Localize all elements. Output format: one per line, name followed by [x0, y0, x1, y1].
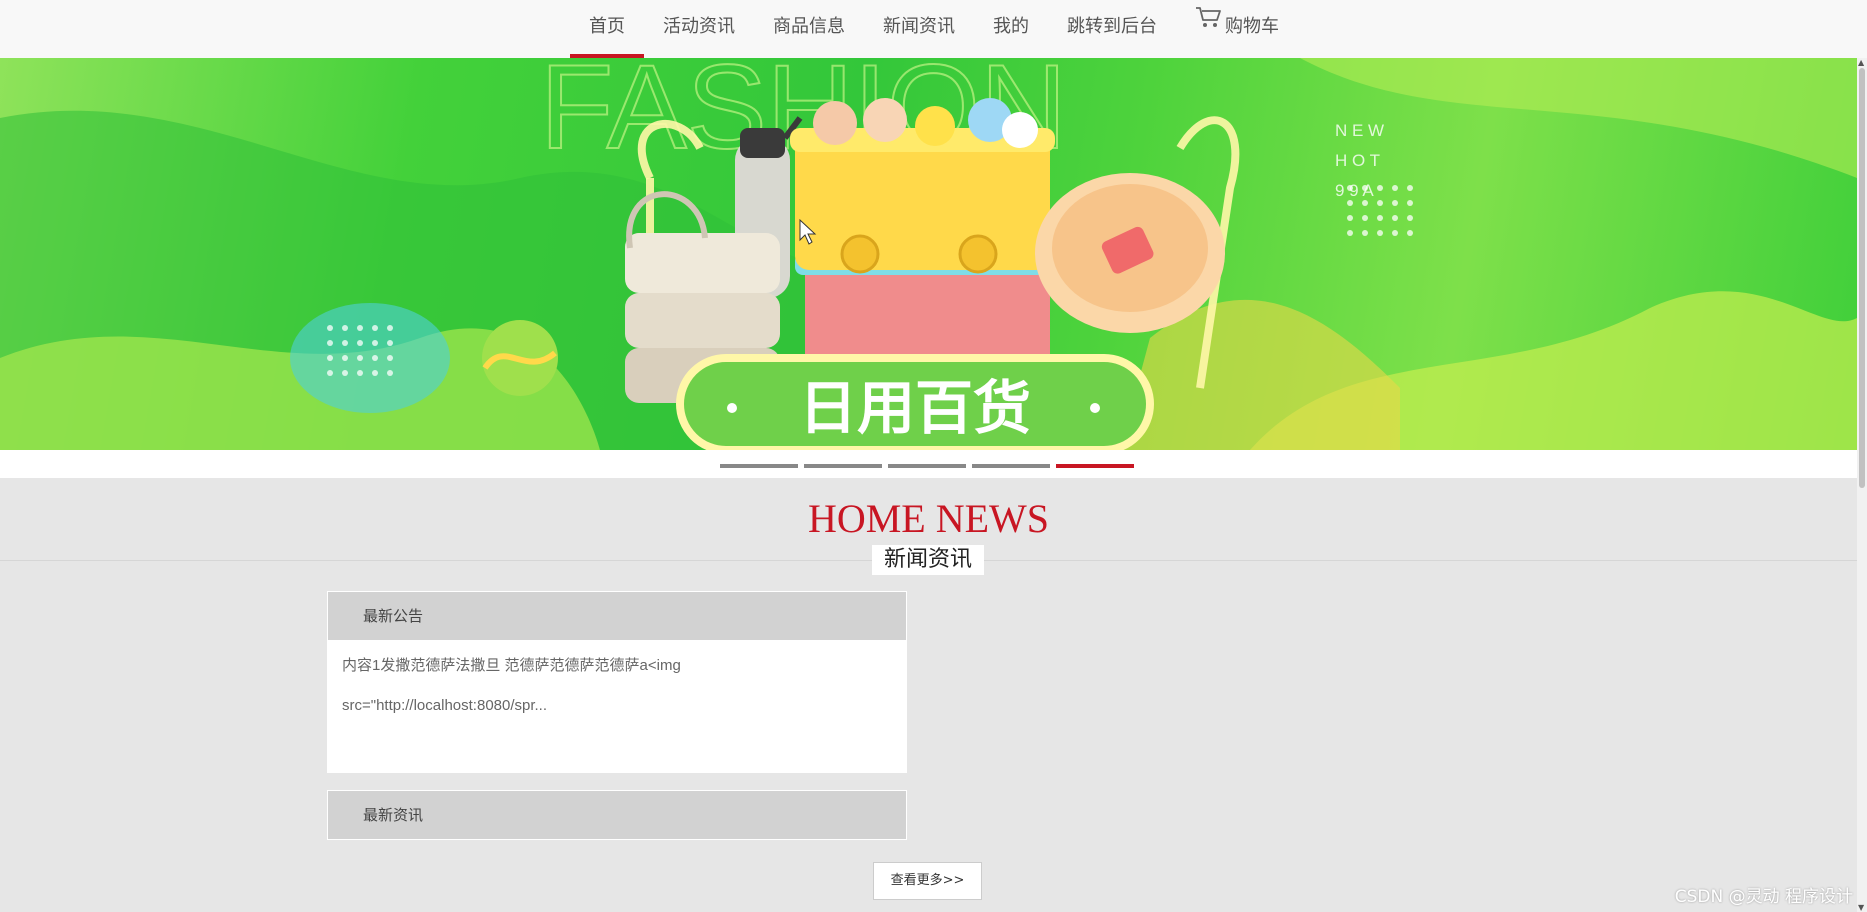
banner-side-text-2: H O T [1335, 151, 1380, 170]
banner-side-text-3: 9 9 A [1335, 181, 1374, 200]
scroll-up-arrow-icon[interactable]: ▲ [1858, 58, 1864, 67]
latest-news-title: 最新资讯 [328, 791, 906, 839]
scroll-thumb[interactable] [1859, 68, 1865, 488]
watermark: CSDN @灵动 程序设计 [1674, 887, 1853, 907]
carousel-dots [720, 464, 1134, 468]
nav-item-news[interactable]: 新闻资讯 [864, 0, 974, 58]
carousel-dot[interactable] [888, 464, 966, 468]
announcement-line: src="http://localhost:8080/spr... [342, 697, 548, 714]
banner-illustration: FASHION N E W H O T 9 9 A 日用百货 [0, 58, 1857, 450]
cart-icon [1195, 0, 1223, 51]
nav-item-admin[interactable]: 跳转到后台 [1048, 0, 1176, 58]
nav-item-products[interactable]: 商品信息 [754, 0, 864, 58]
nav-item-label: 跳转到后台 [1067, 16, 1157, 37]
carousel-dot[interactable] [804, 464, 882, 468]
banner-side-text-1: N E W [1335, 121, 1384, 140]
announcement-title: 最新公告 [328, 592, 906, 640]
section-subheading: 新闻资讯 [872, 545, 984, 575]
top-nav: 首页 活动资讯 商品信息 新闻资讯 我的 跳转到后台 购物车 [0, 0, 1867, 59]
nav-item-label: 我的 [993, 16, 1029, 37]
scroll-down-arrow-icon[interactable]: ▼ [1858, 903, 1864, 912]
banner-caption: 日用百货 [799, 374, 1031, 442]
carousel-dot-active[interactable] [1056, 464, 1134, 468]
banner-carousel[interactable]: FASHION N E W H O T 9 9 A 日用百货 [0, 58, 1857, 450]
announcement-line: 内容1发撒范德萨法撒旦 范德萨范德萨范德萨a<img [342, 657, 681, 674]
nav-item-label: 新闻资讯 [883, 16, 955, 37]
carousel-indicator-bar [0, 450, 1857, 478]
latest-news-panel: 最新资讯 [327, 790, 907, 840]
nav-item-mine[interactable]: 我的 [974, 0, 1048, 58]
nav-item-label: 购物车 [1225, 16, 1279, 37]
carousel-dot[interactable] [972, 464, 1050, 468]
nav-item-home[interactable]: 首页 [570, 0, 644, 58]
nav-item-label: 活动资讯 [663, 16, 735, 37]
announcement-body[interactable]: 内容1发撒范德萨法撒旦 范德萨范德萨范德萨a<img src="http://l… [328, 640, 906, 772]
announcement-panel: 最新公告 内容1发撒范德萨法撒旦 范德萨范德萨范德萨a<img src="htt… [327, 591, 907, 773]
nav-item-label: 首页 [589, 16, 625, 37]
nav-item-label: 商品信息 [773, 16, 845, 37]
nav-item-activities[interactable]: 活动资讯 [644, 0, 754, 58]
carousel-dot[interactable] [720, 464, 798, 468]
nav-item-cart[interactable]: 购物车 [1176, 0, 1298, 58]
section-heading: HOME NEWS [807, 496, 1050, 541]
page-scrollbar[interactable]: ▲ ▼ [1857, 58, 1867, 912]
view-more-button[interactable]: 查看更多>> [873, 862, 982, 900]
nav-menu: 首页 活动资讯 商品信息 新闻资讯 我的 跳转到后台 购物车 [570, 0, 1298, 58]
